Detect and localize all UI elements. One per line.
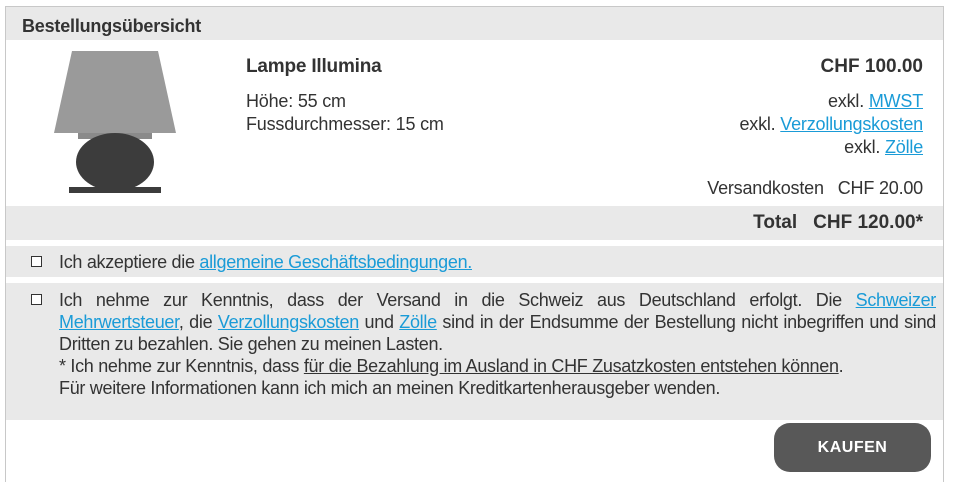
notice-extra-cost-text: für die Bezahlung im Ausland in CHF Zusa… — [303, 356, 839, 376]
total-label: Total — [753, 212, 798, 233]
notice-text-3: und — [358, 312, 400, 332]
notice-text: Ich nehme zur Kenntnis, dass der Versand… — [59, 289, 936, 399]
product-price: CHF 100.00 — [820, 56, 923, 77]
shipping-value: CHF 20.00 — [837, 178, 923, 198]
tax-customs-line: exkl. Verzollungskosten — [739, 114, 923, 135]
mwst-link[interactable]: MWST — [869, 91, 923, 111]
notice-text-2: , die — [178, 312, 218, 332]
notice-text-5: * Ich nehme zur Kenntnis, dass — [59, 356, 304, 376]
notice-checkbox[interactable] — [31, 294, 42, 305]
order-total: Total CHF 120.00* — [753, 212, 923, 234]
product-foot-diameter: Fussdurchmesser: 15 cm — [246, 114, 444, 134]
terms-prefix: Ich akzeptiere die — [59, 252, 200, 272]
notice-text-1: Ich nehme zur Kenntnis, dass der Versand… — [59, 290, 856, 310]
shipping-costs: Versandkosten CHF 20.00 — [707, 178, 923, 199]
lamp-product-image — [54, 51, 176, 193]
duties-link[interactable]: Zölle — [885, 137, 923, 157]
page-title: Bestellungsübersicht — [22, 16, 202, 36]
product-height: Höhe: 55 cm — [246, 91, 346, 111]
product-name: Lampe Illumina — [246, 56, 382, 77]
notice-duties-link[interactable]: Zölle — [399, 312, 437, 332]
tax-mwst-line: exkl. MWST — [828, 91, 923, 112]
terms-link[interactable]: allgemeine Geschäftsbedingungen. — [199, 252, 472, 272]
shipping-label: Versandkosten — [707, 178, 824, 198]
tax-prefix: exkl. — [739, 114, 776, 134]
tax-duties-line: exkl. Zölle — [844, 137, 923, 158]
total-value: CHF 120.00* — [813, 212, 923, 233]
notice-text-6: . — [838, 356, 844, 376]
terms-checkbox[interactable] — [31, 256, 42, 267]
tax-prefix: exkl. — [844, 137, 881, 157]
buy-button[interactable]: KAUFEN — [774, 423, 931, 472]
terms-text: Ich akzeptiere die allgemeine Geschäftsb… — [59, 251, 472, 273]
customs-link[interactable]: Verzollungskosten — [780, 114, 923, 134]
notice-customs-link[interactable]: Verzollungskosten — [218, 312, 359, 332]
notice-text-7: Für weitere Informationen kann ich mich … — [59, 378, 721, 398]
tax-prefix: exkl. — [827, 91, 864, 111]
